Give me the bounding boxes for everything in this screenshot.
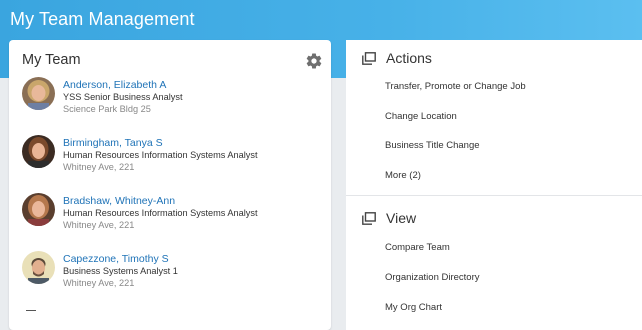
member-location: Whitney Ave, 221 bbox=[63, 220, 135, 230]
my-team-title: My Team bbox=[22, 52, 81, 68]
actions-card: Actions Transfer, Promote or Change Job … bbox=[346, 40, 642, 330]
member-name-link[interactable]: Birmingham, Tanya S bbox=[63, 137, 163, 149]
team-member-row: Bradshaw, Whitney-Ann Human Resources In… bbox=[9, 193, 331, 245]
member-title: YSS Senior Business Analyst bbox=[63, 92, 183, 102]
action-more[interactable]: More (2) bbox=[385, 170, 421, 181]
avatar[interactable] bbox=[22, 77, 55, 110]
avatar[interactable] bbox=[22, 251, 55, 284]
member-name-link[interactable]: Anderson, Elizabeth A bbox=[63, 79, 166, 91]
page-title: My Team Management bbox=[10, 9, 195, 29]
view-organization-directory[interactable]: Organization Directory bbox=[385, 272, 480, 283]
team-member-row: Birmingham, Tanya S Human Resources Info… bbox=[9, 135, 331, 187]
section-divider bbox=[346, 195, 642, 196]
avatar[interactable] bbox=[22, 135, 55, 168]
action-change-location[interactable]: Change Location bbox=[385, 111, 457, 122]
member-location: Science Park Bldg 25 bbox=[63, 104, 151, 114]
my-team-card: My Team Anderson, Elizabeth A YSS Senior… bbox=[9, 40, 331, 330]
actions-title: Actions bbox=[386, 50, 432, 66]
window-icon bbox=[362, 212, 376, 225]
action-business-title-change[interactable]: Business Title Change bbox=[385, 140, 480, 151]
member-title: Human Resources Information Systems Anal… bbox=[63, 208, 258, 218]
view-my-org-chart[interactable]: My Org Chart bbox=[385, 302, 442, 313]
member-title: Human Resources Information Systems Anal… bbox=[63, 150, 258, 160]
team-member-row: Anderson, Elizabeth A YSS Senior Busines… bbox=[9, 77, 331, 129]
member-title: Business Systems Analyst 1 bbox=[63, 266, 178, 276]
view-compare-team[interactable]: Compare Team bbox=[385, 242, 450, 253]
member-location: Whitney Ave, 221 bbox=[63, 162, 135, 172]
action-transfer-promote[interactable]: Transfer, Promote or Change Job bbox=[385, 81, 526, 92]
member-name-link[interactable]: Capezzone, Timothy S bbox=[63, 253, 169, 265]
partial-icon bbox=[26, 310, 36, 314]
gear-icon[interactable] bbox=[305, 52, 323, 70]
member-location: Whitney Ave, 221 bbox=[63, 278, 135, 288]
member-name-link[interactable]: Bradshaw, Whitney-Ann bbox=[63, 195, 175, 207]
view-title: View bbox=[386, 210, 417, 226]
avatar[interactable] bbox=[22, 193, 55, 226]
team-member-row: Capezzone, Timothy S Business Systems An… bbox=[9, 251, 331, 303]
window-icon bbox=[362, 52, 376, 65]
